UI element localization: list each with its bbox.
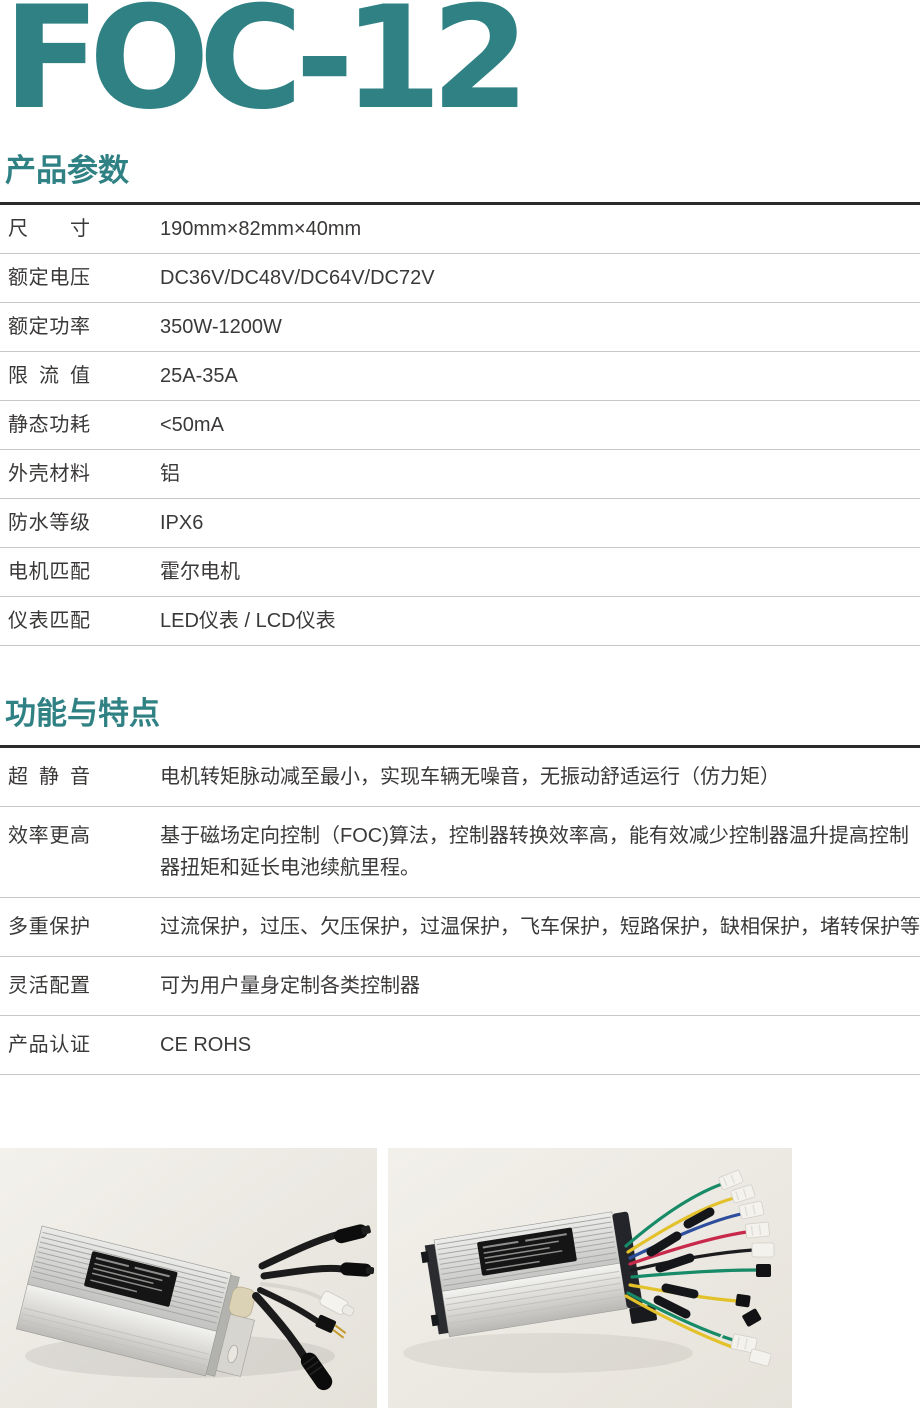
feature-label: 超静音 (8, 761, 90, 793)
parameter-row: 静态功耗 <50mA (0, 401, 920, 450)
feature-label: 灵活配置 (8, 970, 90, 1002)
feature-value: 可为用户量身定制各类控制器 (160, 970, 920, 1002)
parameter-label: 电机匹配 (8, 561, 90, 583)
feature-label: 效率更高 (8, 820, 90, 852)
controller-photo-black-cables-illustration (0, 1148, 377, 1408)
parameter-value: DC36V/DC48V/DC64V/DC72V (160, 267, 435, 289)
parameter-label: 防水等级 (8, 512, 90, 534)
parameter-label: 尺寸 (8, 218, 90, 240)
product-datasheet: FOC-12 产品参数 尺寸 190mm×82mm×40mm 额定电压 DC36… (0, 2, 920, 1401)
parameter-label: 外壳材料 (8, 463, 90, 485)
feature-row: 多重保护 过流保护，过压、欠压保护，过温保护，飞车保护，短路保护，缺相保护，堵转… (0, 898, 920, 957)
feature-row: 效率更高 基于磁场定向控制（FOC)算法，控制器转换效率高，能有效减少控制器温升… (0, 807, 920, 898)
product-title: FOC-12 (3, 2, 920, 115)
controller-photo-color-wires-illustration (388, 1148, 792, 1408)
parameter-value: 190mm×82mm×40mm (160, 218, 361, 240)
parameter-row: 电机匹配 霍尔电机 (0, 548, 920, 597)
features-table: 超静音 电机转矩脉动减至最小，实现车辆无噪音，无振动舒适运行（仿力矩） 效率更高… (0, 748, 920, 1075)
feature-label: 多重保护 (8, 911, 90, 943)
product-photos (0, 1148, 920, 1408)
parameter-value: 350W-1200W (160, 316, 282, 338)
product-photo-right (388, 1148, 792, 1408)
features-heading: 功能与特点 (5, 698, 920, 730)
parameter-label: 仪表匹配 (8, 610, 90, 632)
shadow (403, 1333, 693, 1373)
parameter-row: 额定电压 DC36V/DC48V/DC64V/DC72V (0, 254, 920, 303)
parameter-value: 霍尔电机 (160, 561, 240, 583)
parameter-value: LED仪表 / LCD仪表 (160, 610, 336, 632)
parameter-row: 额定功率 350W-1200W (0, 303, 920, 352)
parameter-row: 限流值 25A-35A (0, 352, 920, 401)
parameter-label: 额定功率 (8, 316, 90, 338)
parameter-value: IPX6 (160, 512, 203, 534)
parameter-value: 25A-35A (160, 365, 238, 387)
section-features: 功能与特点 超静音 电机转矩脉动减至最小，实现车辆无噪音，无振动舒适运行（仿力矩… (0, 698, 920, 1075)
feature-value: 电机转矩脉动减至最小，实现车辆无噪音，无振动舒适运行（仿力矩） (160, 761, 920, 793)
product-photo-left (0, 1148, 377, 1408)
parameter-row: 防水等级 IPX6 (0, 499, 920, 548)
parameter-label: 额定电压 (8, 267, 90, 289)
parameter-label: 限流值 (8, 365, 90, 387)
black-connector (756, 1264, 771, 1277)
parameter-row: 仪表匹配 LED仪表 / LCD仪表 (0, 597, 920, 646)
feature-value: CE ROHS (160, 1029, 920, 1061)
feature-value: 过流保护，过压、欠压保护，过温保护，飞车保护，短路保护，缺相保护，堵转保护等 (160, 911, 920, 943)
feature-value: 基于磁场定向控制（FOC)算法，控制器转换效率高，能有效减少控制器温升提高控制器… (160, 820, 920, 884)
parameters-heading: 产品参数 (5, 155, 920, 187)
feature-label: 产品认证 (8, 1029, 90, 1061)
parameter-row: 尺寸 190mm×82mm×40mm (0, 205, 920, 254)
parameter-row: 外壳材料 铝 (0, 450, 920, 499)
parameters-table: 尺寸 190mm×82mm×40mm 额定电压 DC36V/DC48V/DC64… (0, 205, 920, 646)
feature-row: 超静音 电机转矩脉动减至最小，实现车辆无噪音，无振动舒适运行（仿力矩） (0, 748, 920, 807)
parameter-value: 铝 (160, 463, 180, 485)
feature-row: 灵活配置 可为用户量身定制各类控制器 (0, 957, 920, 1016)
section-parameters: 产品参数 尺寸 190mm×82mm×40mm 额定电压 DC36V/DC48V… (0, 155, 920, 646)
parameter-label: 静态功耗 (8, 414, 90, 436)
feature-row: 产品认证 CE ROHS (0, 1016, 920, 1075)
parameter-value: <50mA (160, 414, 224, 436)
